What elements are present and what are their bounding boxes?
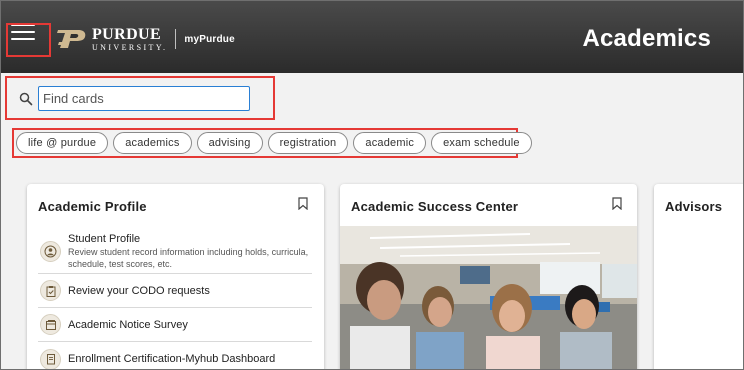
purdue-logo[interactable]: PURDUE UNIVERSITY. myPurdue — [56, 25, 235, 52]
top-header: PURDUE UNIVERSITY. myPurdue Academics — [1, 1, 743, 73]
logo-subtitle: myPurdue — [184, 33, 235, 45]
search-icon — [19, 92, 33, 106]
list-item-academic-notice-survey[interactable]: Academic Notice Survey — [38, 308, 312, 342]
item-title: Student Profile — [68, 232, 141, 245]
academic-profile-card: Academic Profile Student Profile Review … — [27, 184, 324, 369]
academic-success-center-card: Academic Success Center — [340, 184, 637, 369]
advisors-card: Advisors — [654, 184, 743, 369]
card-title: Academic Success Center — [351, 199, 519, 214]
card-title: Advisors — [665, 199, 723, 214]
chip-exam-schedule[interactable]: exam schedule — [431, 132, 532, 154]
chip-academic[interactable]: academic — [353, 132, 427, 154]
logo-line1: PURDUE — [92, 25, 162, 43]
bookmark-icon[interactable] — [612, 197, 622, 210]
chip-advising[interactable]: advising — [196, 132, 263, 154]
chip-academics[interactable]: academics — [113, 132, 192, 154]
page-title: Academics — [582, 25, 711, 52]
card-link-list: Student Profile Review student record in… — [38, 230, 312, 369]
purdue-p-icon — [57, 30, 86, 48]
menu-highlight-box — [6, 23, 51, 57]
chip-life-at-purdue[interactable]: life @ purdue — [16, 132, 109, 154]
list-item-student-profile[interactable]: Student Profile Review student record in… — [38, 230, 312, 274]
item-description: Review student record information includ… — [68, 246, 309, 269]
item-title: Enrollment Certification-Myhub Dashboard — [68, 353, 276, 365]
card-title: Academic Profile — [38, 199, 147, 214]
clipboard-icon — [40, 280, 61, 301]
item-title: Academic Notice Survey — [68, 318, 188, 331]
list-item-enrollment-certification[interactable]: Enrollment Certification-Myhub Dashboard — [38, 342, 312, 369]
window-icon — [40, 314, 61, 335]
logo-line2: UNIVERSITY. — [92, 42, 168, 52]
students-photo — [340, 226, 637, 369]
logo-divider — [175, 29, 177, 49]
find-cards-input[interactable] — [38, 86, 250, 111]
item-title: Review your CODO requests — [68, 284, 210, 297]
person-icon — [40, 241, 61, 262]
chip-registration[interactable]: registration — [267, 132, 349, 154]
app-frame: PURDUE UNIVERSITY. myPurdue Academics li… — [0, 0, 744, 370]
list-item-codo-requests[interactable]: Review your CODO requests — [38, 274, 312, 308]
filter-chips: life @ purdue academics advising registr… — [16, 132, 532, 154]
document-icon — [40, 348, 61, 369]
bookmark-icon[interactable] — [298, 197, 308, 210]
